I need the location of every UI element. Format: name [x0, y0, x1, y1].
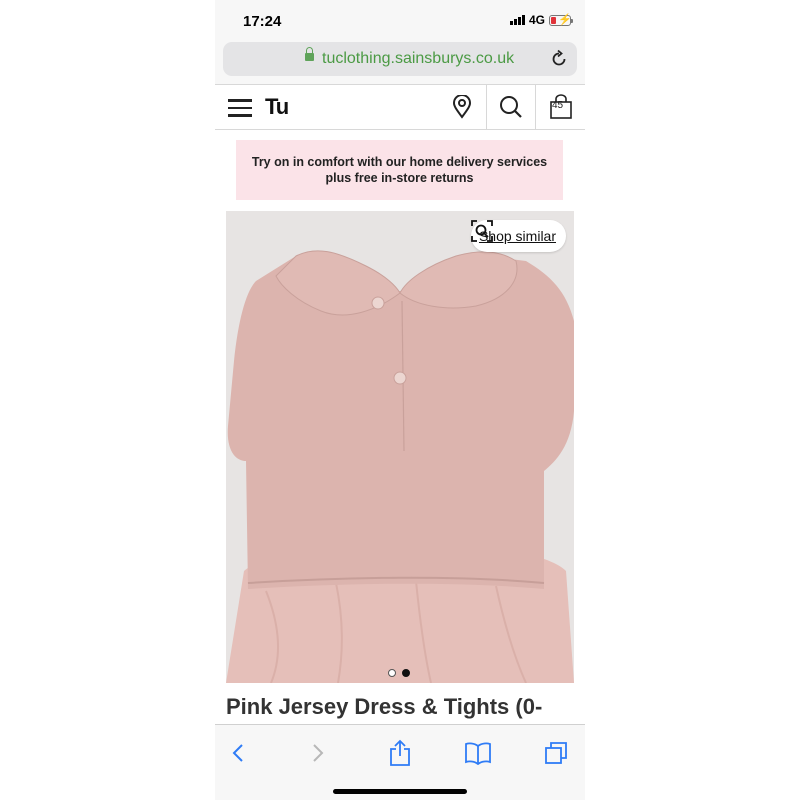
url-text[interactable]: tuclothing.sainsburys.co.uk [322, 50, 514, 68]
tu-logo[interactable]: Tu [265, 94, 289, 120]
network-type: 4G [528, 13, 545, 27]
share-icon [390, 739, 410, 766]
browser-toolbar [215, 724, 585, 800]
status-indicators: 4G ⚡ [509, 13, 573, 27]
product-photo [226, 211, 574, 683]
product-title: Pink Jersey Dress & Tights (0- [226, 694, 543, 719]
signal-bars-icon [509, 15, 525, 25]
search-button[interactable] [486, 85, 536, 129]
shop-similar-button[interactable]: Shop similar [470, 220, 566, 252]
lock-icon [305, 47, 314, 61]
tabs-button[interactable] [541, 739, 571, 767]
browser-address-area: tuclothing.sainsburys.co.uk [215, 40, 585, 84]
forward-button[interactable] [303, 739, 333, 767]
battery-charging-icon: ⚡ [549, 14, 573, 26]
chevron-right-icon [313, 744, 324, 762]
address-bar[interactable]: tuclothing.sainsburys.co.uk [223, 42, 577, 76]
phone-screen: 17:24 4G ⚡ tuclothing.sainsburys.co.uk T… [215, 0, 585, 800]
shopping-bag-button[interactable]: 45 [536, 85, 585, 129]
status-time: 17:24 [243, 13, 282, 30]
bag-count: 45 [552, 100, 564, 111]
store-locator-button[interactable] [437, 85, 487, 129]
search-icon [500, 96, 522, 118]
bookmarks-button[interactable] [463, 739, 493, 767]
status-bar: 17:24 4G ⚡ [215, 0, 585, 40]
book-icon [465, 742, 491, 765]
reload-icon[interactable] [549, 49, 569, 69]
chevron-left-icon [232, 744, 243, 762]
product-image-carousel[interactable]: Shop similar [226, 211, 574, 683]
carousel-indicators [388, 669, 410, 677]
tabs-icon [545, 742, 567, 764]
visual-search-icon [471, 220, 493, 242]
back-button[interactable] [223, 739, 253, 767]
carousel-dot[interactable] [388, 669, 396, 677]
hamburger-menu-icon[interactable] [228, 99, 252, 117]
location-pin-icon [452, 95, 472, 119]
home-indicator[interactable] [333, 789, 467, 794]
promo-text: Try on in comfort with our home delivery… [251, 155, 548, 185]
carousel-dot-active[interactable] [402, 669, 410, 677]
share-button[interactable] [385, 739, 415, 767]
promo-banner[interactable]: Try on in comfort with our home delivery… [236, 140, 563, 200]
site-header: Tu 45 [215, 84, 585, 130]
